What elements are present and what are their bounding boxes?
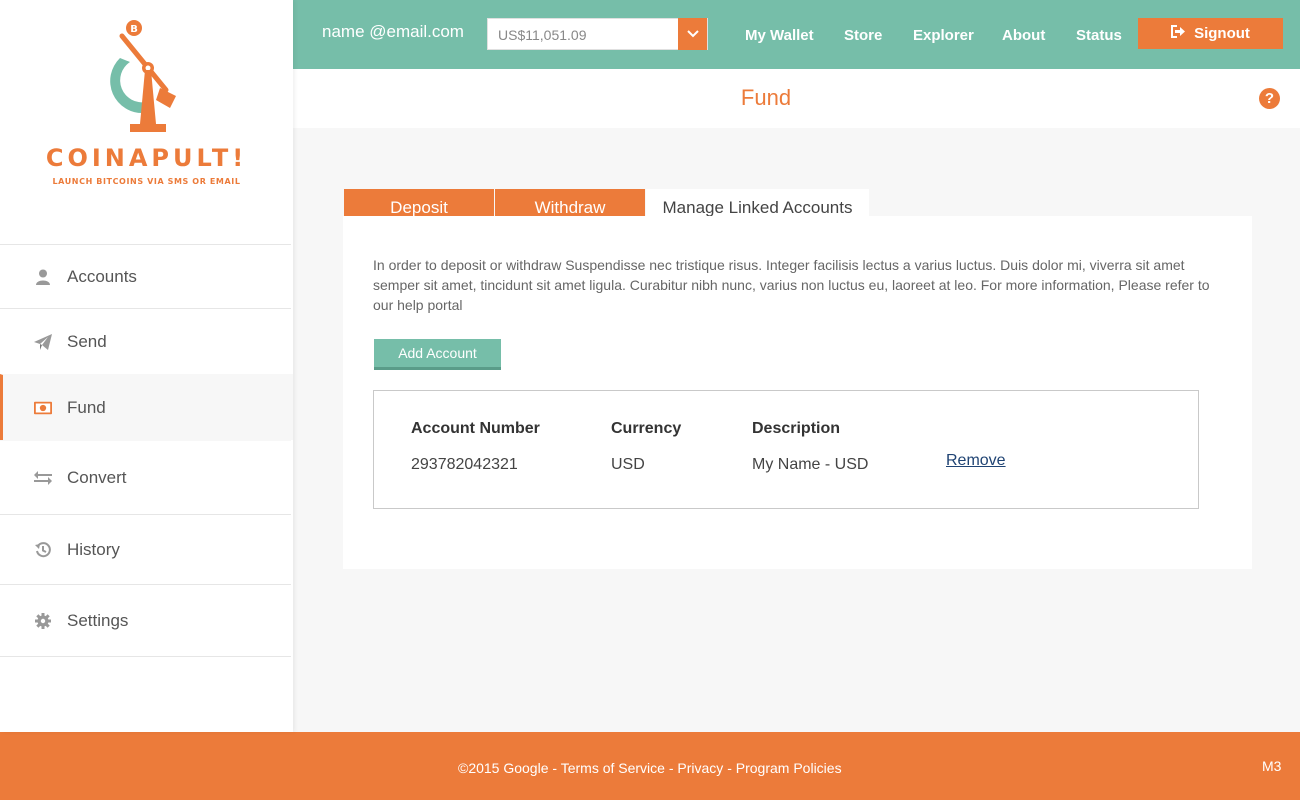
gear-icon	[34, 612, 52, 630]
nav-store[interactable]: Store	[844, 27, 882, 44]
signout-label: Signout	[1194, 25, 1250, 42]
sidebar-item-label: Send	[67, 331, 107, 351]
sidebar-item-convert[interactable]: Convert	[0, 440, 291, 514]
brand-tagline: LAUNCH BITCOINS VIA SMS OR EMAIL	[52, 177, 241, 186]
sidebar-item-label: Accounts	[67, 266, 137, 286]
footer-copyright: ©2015 Google	[458, 760, 549, 776]
logo[interactable]: B COINAPULT! LAUNCH BITCOINS VIA SMS OR …	[0, 0, 293, 244]
intro-text: In order to deposit or withdraw Suspendi…	[373, 257, 1210, 313]
catapult-logo-icon: B	[110, 20, 176, 132]
svg-text:B: B	[130, 24, 138, 35]
nav-explorer[interactable]: Explorer	[913, 27, 974, 44]
cell-currency: USD	[611, 456, 645, 473]
column-header-account-number: Account Number	[411, 420, 540, 437]
column-header-description: Description	[752, 420, 841, 437]
balance-value: US$11,051.09	[498, 27, 587, 43]
nav-status[interactable]: Status	[1076, 27, 1122, 44]
sidebar: B COINAPULT! LAUNCH BITCOINS VIA SMS OR …	[0, 0, 293, 732]
title-bar: Fund ?	[293, 69, 1300, 128]
paper-plane-icon	[34, 333, 52, 351]
footer-separator: -	[548, 760, 561, 776]
footer: ©2015 Google - Terms of Service - Privac…	[0, 732, 1300, 800]
remove-account-link[interactable]: Remove	[946, 452, 1006, 470]
footer-separator: -	[664, 760, 678, 776]
brand-name: COINAPULT!	[45, 144, 248, 172]
sidebar-item-send[interactable]: Send	[0, 308, 291, 374]
footer-links: ©2015 Google - Terms of Service - Privac…	[458, 760, 842, 776]
sidebar-item-label: Convert	[67, 467, 127, 487]
top-bar: name @email.com US$11,051.09 My Wallet S…	[293, 0, 1300, 69]
sidebar-item-accounts[interactable]: Accounts	[0, 244, 291, 308]
sidebar-item-settings[interactable]: Settings	[0, 584, 291, 657]
user-email: name @email.com	[322, 22, 464, 41]
sign-out-icon	[1171, 25, 1186, 42]
exchange-arrows-icon	[34, 469, 52, 487]
nav-about[interactable]: About	[1002, 27, 1045, 44]
column-header-currency: Currency	[611, 420, 682, 437]
help-icon[interactable]: ?	[1259, 88, 1280, 109]
nav-my-wallet[interactable]: My Wallet	[745, 27, 814, 44]
sidebar-item-label: Settings	[67, 610, 129, 630]
sidebar-item-label: Fund	[67, 397, 106, 417]
user-icon	[34, 268, 52, 286]
cell-description: My Name - USD	[752, 456, 869, 473]
sidebar-item-label: History	[67, 539, 120, 559]
footer-link-terms[interactable]: Terms of Service	[561, 760, 665, 776]
history-icon	[34, 541, 52, 559]
sidebar-item-fund[interactable]: Fund	[0, 374, 293, 440]
page-title: Fund	[740, 85, 792, 110]
accounts-table: Account Number Currency Description 2937…	[373, 390, 1199, 509]
footer-code: M3	[1262, 758, 1282, 774]
sidebar-item-history[interactable]: History	[0, 514, 291, 584]
signout-button[interactable]: Signout	[1138, 18, 1283, 49]
cell-account-number: 293782042321	[411, 456, 518, 473]
balance-select[interactable]: US$11,051.09	[487, 18, 708, 50]
footer-link-privacy[interactable]: Privacy	[677, 760, 723, 776]
chevron-down-icon[interactable]	[678, 18, 707, 50]
add-account-button[interactable]: Add Account	[374, 339, 501, 370]
footer-link-program-policies[interactable]: Program Policies	[736, 760, 842, 776]
footer-separator: -	[723, 760, 736, 776]
linked-accounts-panel: In order to deposit or withdraw Suspendi…	[343, 216, 1252, 569]
sidebar-nav: Accounts Send Fund Convert History Setti…	[0, 244, 293, 657]
money-bill-icon	[34, 399, 52, 417]
